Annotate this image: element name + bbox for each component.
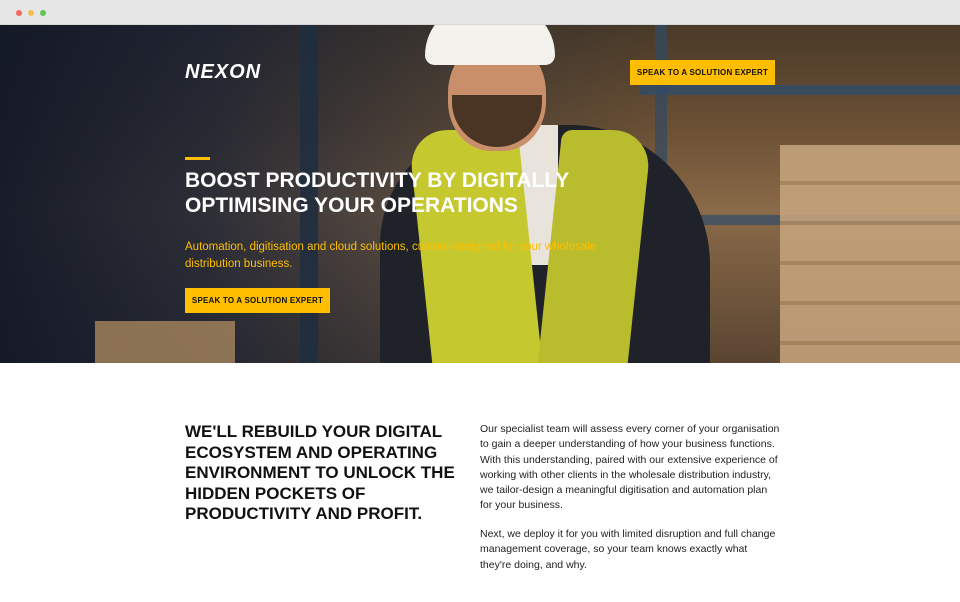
- intro-paragraph: Our specialist team will assess every co…: [480, 423, 780, 512]
- intro-section: WE'LL REBUILD YOUR DIGITAL ECOSYSTEM AND…: [0, 363, 960, 602]
- browser-chrome: [0, 0, 960, 25]
- hero-bg-box: [95, 321, 235, 363]
- window-maximize-dot[interactable]: [40, 10, 46, 16]
- hero-bg-boxes: [780, 145, 960, 363]
- window-close-dot[interactable]: [16, 10, 22, 16]
- window-minimize-dot[interactable]: [28, 10, 34, 16]
- intro-heading: WE'LL REBUILD YOUR DIGITAL ECOSYSTEM AND…: [185, 422, 455, 523]
- site-logo[interactable]: NEXON: [185, 61, 261, 84]
- hero-title: BOOST PRODUCTIVITY BY DIGITALLY OPTIMISI…: [185, 169, 569, 217]
- hero-section: NEXON SPEAK TO A SOLUTION EXPERT BOOST P…: [0, 25, 960, 363]
- header-cta-button[interactable]: SPEAK TO A SOLUTION EXPERT: [630, 60, 775, 85]
- intro-paragraph: Next, we deploy it for you with limited …: [480, 528, 776, 571]
- worker-hardhat: [425, 25, 555, 65]
- title-accent-line: [185, 157, 210, 160]
- hero-subtitle: Automation, digitisation and cloud solut…: [185, 241, 597, 270]
- hero-cta-button[interactable]: SPEAK TO A SOLUTION EXPERT: [185, 288, 330, 313]
